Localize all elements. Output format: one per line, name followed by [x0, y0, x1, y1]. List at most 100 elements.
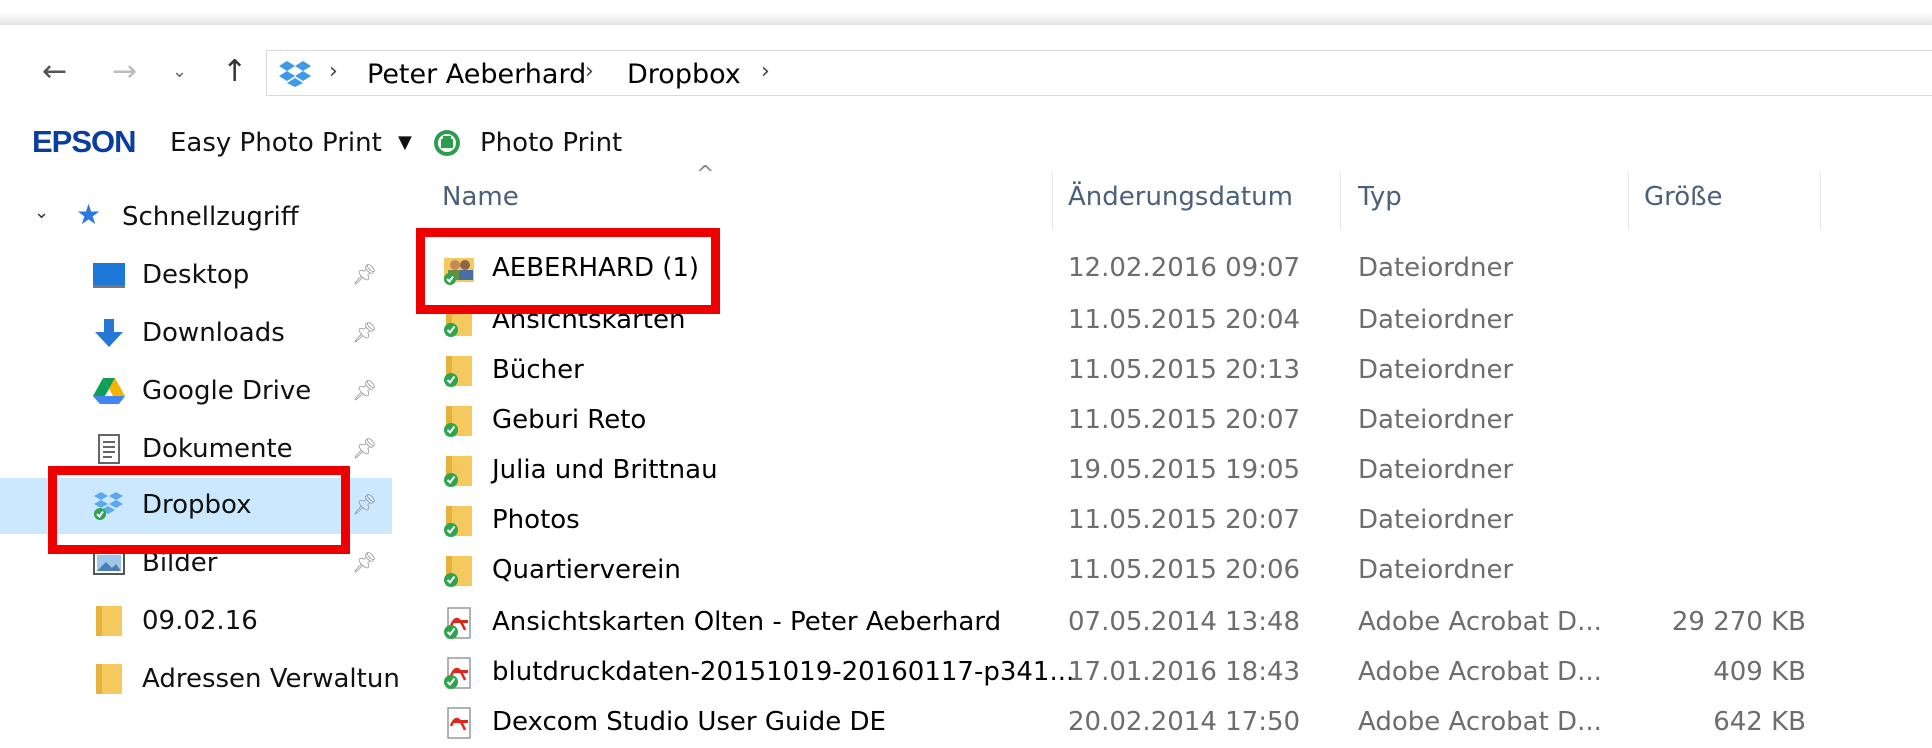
breadcrumb-separator-icon[interactable]: › [585, 59, 594, 84]
file-type: Dateiordner [1358, 405, 1514, 435]
dropdown-arrow-icon[interactable]: ▼ [398, 132, 412, 153]
photo-print-button[interactable]: Photo Print [480, 128, 622, 158]
file-date: 12.02.2016 09:07 [1068, 253, 1301, 283]
sidebar-item-downloads[interactable]: Downloads 📌︎ [0, 306, 392, 362]
column-separator[interactable] [1628, 172, 1629, 230]
pin-icon[interactable]: 📌︎ [352, 492, 377, 516]
sidebar-item-adressen-verwaltung[interactable]: Adressen Verwaltun [0, 652, 400, 708]
file-name[interactable]: Quartierverein [492, 555, 681, 585]
column-header-size[interactable]: Größe [1644, 182, 1723, 212]
file-type: Dateiordner [1358, 555, 1514, 585]
highlight-box-dropbox [48, 466, 350, 554]
sort-ascending-icon: ^ [696, 162, 715, 187]
sidebar-item-google-drive[interactable]: Google Drive 📌︎ [0, 364, 392, 420]
navigation-pane: ⌄ ★ Schnellzugriff Desktop 📌︎ Downloads … [0, 168, 400, 727]
folder-icon [96, 606, 122, 636]
sidebar-item-label: Adressen Verwaltun [142, 664, 400, 694]
file-date: 11.05.2015 20:07 [1068, 505, 1301, 535]
file-type: Dateiordner [1358, 253, 1514, 283]
sidebar-item-label: Google Drive [142, 376, 312, 406]
file-date: 11.05.2015 20:07 [1068, 405, 1301, 435]
table-row[interactable]: Dexcom Studio User Guide DE 20.02.2014 1… [396, 698, 1932, 748]
address-bar[interactable]: › Peter Aeberhard › Dropbox › [266, 50, 1932, 96]
pin-icon[interactable]: 📌︎ [352, 262, 377, 286]
pdf-file-icon [444, 607, 471, 639]
document-icon [98, 434, 120, 464]
pin-icon[interactable]: 📌︎ [352, 378, 377, 402]
folder-icon [96, 664, 122, 694]
file-name[interactable]: Photos [492, 505, 580, 535]
pin-icon[interactable]: 📌︎ [352, 436, 377, 460]
column-header-name[interactable]: Name [442, 182, 519, 212]
table-row[interactable]: Quartierverein 11.05.2015 20:06 Dateiord… [396, 546, 1932, 596]
file-type: Dateiordner [1358, 455, 1514, 485]
sidebar-item-label: Dokumente [142, 434, 293, 464]
column-separator[interactable] [1820, 172, 1821, 230]
table-row[interactable]: blutdruckdaten-20151019-20160117-p341...… [396, 648, 1932, 698]
sidebar-item-label: Downloads [142, 318, 285, 348]
easy-photo-print-button[interactable]: Easy Photo Print [170, 128, 382, 158]
up-arrow-icon[interactable]: ↑ [222, 52, 247, 92]
file-size: 29 270 KB [1671, 607, 1806, 637]
back-arrow-icon[interactable]: ← [42, 52, 67, 92]
file-name[interactable]: Julia und Brittnau [492, 455, 718, 485]
synced-folder-icon [444, 356, 472, 387]
file-name[interactable]: Geburi Reto [492, 405, 646, 435]
sidebar-item-folder-09-02-16[interactable]: 09.02.16 [0, 594, 392, 650]
sidebar-item-label: Desktop [142, 260, 250, 290]
desktop-icon [93, 263, 125, 288]
table-row[interactable]: Ansichtskarten Olten - Peter Aeberhard 0… [396, 598, 1932, 648]
file-date: 17.01.2016 18:43 [1068, 657, 1301, 687]
breadcrumb-dropbox[interactable]: Dropbox [627, 59, 741, 90]
breadcrumb-separator-icon[interactable]: › [329, 59, 338, 84]
recent-locations-chevron-icon[interactable]: ⌄ [172, 52, 187, 92]
table-row[interactable]: Photos 11.05.2015 20:07 Dateiordner [396, 496, 1932, 546]
file-date: 11.05.2015 20:04 [1068, 305, 1301, 335]
window-top-strip [0, 0, 1932, 25]
pin-icon[interactable]: 📌︎ [352, 550, 377, 574]
synced-folder-icon [444, 406, 472, 437]
epson-logo: EPSON [32, 124, 137, 159]
synced-folder-icon [444, 456, 472, 487]
pin-icon[interactable]: 📌︎ [352, 320, 377, 344]
table-row[interactable]: Bücher 11.05.2015 20:13 Dateiordner [396, 346, 1932, 396]
sidebar-item-desktop[interactable]: Desktop 📌︎ [0, 248, 392, 304]
table-row[interactable]: Julia und Brittnau 19.05.2015 19:05 Date… [396, 446, 1932, 496]
file-date: 07.05.2014 13:48 [1068, 607, 1301, 637]
sidebar-item-label: 09.02.16 [142, 606, 258, 636]
sidebar-item-label: Schnellzugriff [122, 202, 299, 232]
photo-print-icon[interactable] [432, 128, 462, 158]
file-date: 19.05.2015 19:05 [1068, 455, 1301, 485]
download-arrow-icon [95, 319, 123, 347]
file-type: Dateiordner [1358, 305, 1514, 335]
file-name[interactable]: blutdruckdaten-20151019-20160117-p341... [492, 657, 1074, 687]
pdf-file-icon [447, 707, 471, 739]
sidebar-item-quick-access[interactable]: ⌄ ★ Schnellzugriff [0, 188, 392, 244]
navigation-bar: ← → ⌄ ↑ › Peter Aeberhard › Dropbox › [0, 44, 1932, 104]
epson-toolbar: EPSON Easy Photo Print ▼ Photo Print [0, 124, 1932, 164]
dropbox-icon [279, 61, 311, 87]
column-separator[interactable] [1340, 172, 1341, 230]
file-name[interactable]: Bücher [492, 355, 584, 385]
file-size: 642 KB [1713, 707, 1806, 737]
forward-arrow-icon[interactable]: → [112, 52, 137, 92]
column-header-type[interactable]: Typ [1358, 182, 1402, 212]
highlight-box-aeberhard [416, 228, 720, 314]
file-name[interactable]: Dexcom Studio User Guide DE [492, 707, 886, 737]
breadcrumb-separator-icon[interactable]: › [761, 59, 770, 84]
table-row[interactable]: Geburi Reto 11.05.2015 20:07 Dateiordner [396, 396, 1932, 446]
column-header-date[interactable]: Änderungsdatum [1068, 182, 1293, 212]
file-name[interactable]: Ansichtskarten Olten - Peter Aeberhard [492, 607, 1001, 637]
star-icon: ★ [76, 198, 102, 231]
breadcrumb-peter-aeberhard[interactable]: Peter Aeberhard [367, 59, 586, 90]
file-date: 11.05.2015 20:06 [1068, 555, 1301, 585]
expand-chevron-icon[interactable]: ⌄ [34, 202, 49, 223]
google-drive-icon [93, 378, 125, 404]
synced-folder-icon [444, 506, 472, 537]
pdf-file-icon [444, 657, 471, 689]
file-type: Dateiordner [1358, 355, 1514, 385]
window-top-shadow [0, 12, 1932, 24]
synced-folder-icon [444, 556, 472, 587]
column-separator[interactable] [1052, 172, 1053, 230]
file-date: 11.05.2015 20:13 [1068, 355, 1301, 385]
